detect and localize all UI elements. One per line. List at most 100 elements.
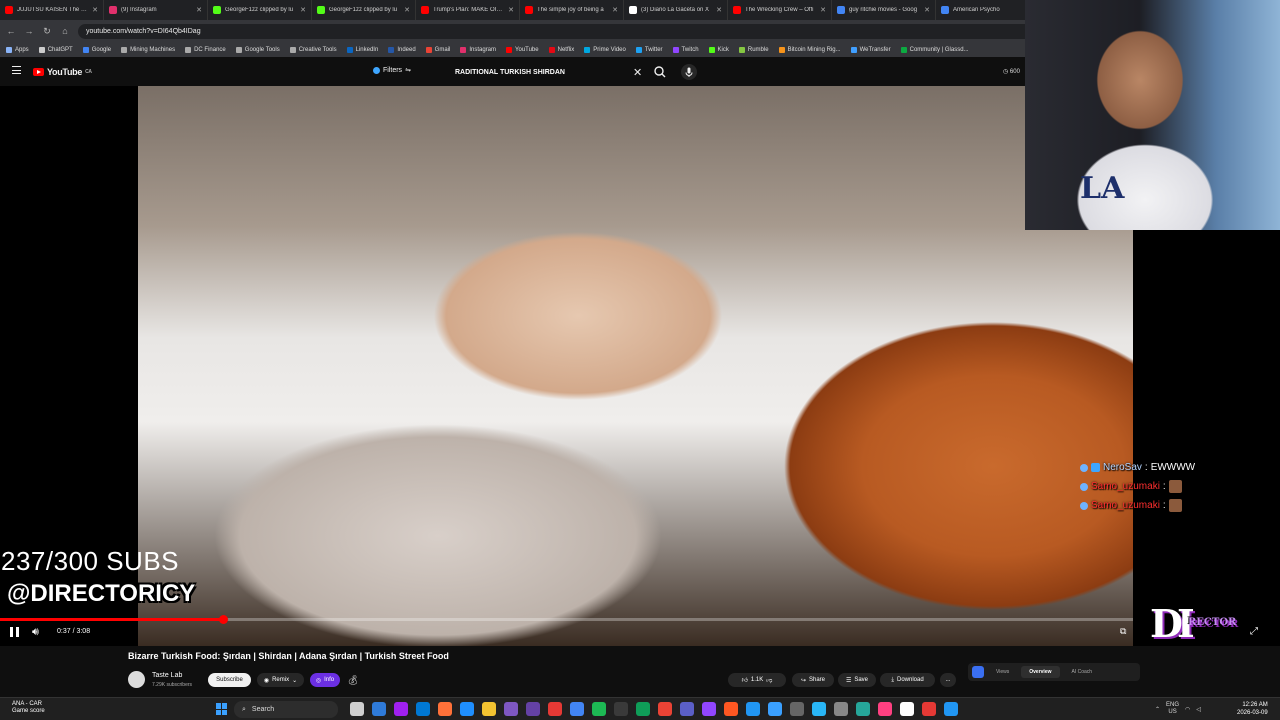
taskbar-app-icon[interactable] [570, 702, 584, 716]
thumbs-down-icon[interactable]: 👎︎ [766, 676, 772, 684]
video-frame[interactable] [138, 86, 1133, 646]
taskbar-clock[interactable]: 12:26 AM 2026-03-09 [1237, 701, 1268, 717]
bookmark-item[interactable]: Community | Glassd... [900, 46, 969, 53]
money-bag-icon[interactable]: 💰︎ [346, 673, 360, 687]
taskbar-search-box[interactable]: ⌕ Search [234, 701, 338, 718]
widgets-button[interactable]: ANA - CAR Game score [12, 701, 45, 715]
channel-name[interactable]: Taste Lab [152, 672, 182, 679]
bookmark-item[interactable]: LinkedIn [346, 46, 378, 53]
bookmark-item[interactable]: Kick [708, 46, 729, 53]
taskbar-app-icon[interactable] [416, 702, 430, 716]
tray-overflow-icon[interactable]: ⌃ [1155, 706, 1160, 713]
volume-icon[interactable]: 🔊︎ [32, 626, 39, 639]
subscribe-button[interactable]: Subscribe [208, 673, 251, 687]
bookmark-item[interactable]: YouTube [506, 46, 539, 53]
taskbar-app-icon[interactable] [372, 702, 386, 716]
language-indicator[interactable]: ENG US [1166, 702, 1179, 716]
hamburger-menu-icon[interactable] [12, 66, 21, 74]
filters-button[interactable]: Filters ⇋ [373, 66, 411, 74]
tab-ai-coach[interactable]: AI Coach [1064, 666, 1101, 678]
share-button[interactable]: ↪ Share [792, 673, 834, 687]
bookmark-item[interactable]: Bitcoin Mining Rig... [778, 46, 841, 53]
taskbar-app-icon[interactable] [658, 702, 672, 716]
tab-overview[interactable]: Overview [1021, 666, 1060, 678]
youtube-logo[interactable]: YouTube CA [33, 67, 92, 77]
remix-button[interactable]: ◉ Remix ⌄ [257, 673, 304, 687]
browser-tab[interactable]: The simple joy of being a ✕ [520, 0, 624, 20]
like-button[interactable]: 👍︎ 1.1K 👎︎ [728, 673, 786, 687]
info-button[interactable]: ◎ Info [310, 673, 340, 687]
home-icon[interactable]: ⌂ [60, 26, 70, 36]
close-tab-icon[interactable]: ✕ [924, 6, 930, 14]
taskbar-app-icon[interactable] [768, 702, 782, 716]
close-tab-icon[interactable]: ✕ [404, 6, 410, 14]
taskbar-app-icon[interactable] [944, 702, 958, 716]
wifi-icon[interactable]: ◠ [1185, 706, 1190, 713]
bookmark-item[interactable]: Twitch [672, 46, 699, 53]
taskbar-app-icon[interactable] [504, 702, 518, 716]
close-tab-icon[interactable]: ✕ [820, 6, 826, 14]
download-button[interactable]: ⤓ Download [880, 673, 935, 687]
bookmark-item[interactable]: Netflix [548, 46, 574, 53]
bookmark-item[interactable]: ChatGPT [38, 46, 73, 53]
search-icon[interactable] [652, 64, 668, 80]
browser-tab[interactable]: (9) Instagram ✕ [104, 0, 208, 20]
bookmark-item[interactable]: Gmail [425, 46, 450, 53]
microphone-icon[interactable] [681, 64, 697, 80]
taskbar-app-icon[interactable] [856, 702, 870, 716]
close-tab-icon[interactable]: ✕ [716, 6, 722, 14]
taskbar-app-icon[interactable] [482, 702, 496, 716]
bookmark-item[interactable]: Mining Machines [121, 46, 175, 53]
save-button[interactable]: ☰ Save [838, 673, 876, 687]
bookmark-item[interactable]: Creative Tools [289, 46, 337, 53]
browser-tab[interactable]: The Wrecking Crew – Offi ✕ [728, 0, 832, 20]
clear-search-icon[interactable]: ✕ [633, 66, 642, 79]
taskbar-app-icon[interactable] [592, 702, 606, 716]
taskbar-app-icon[interactable] [812, 702, 826, 716]
browser-tab[interactable]: GeorgeF1zz clipped by lu ✕ [208, 0, 312, 20]
bookmark-item[interactable]: Google Tools [235, 46, 280, 53]
back-icon[interactable]: ← [6, 26, 16, 36]
browser-tab[interactable]: (3) Diario La Gaceta on X ✕ [624, 0, 728, 20]
bookmark-item[interactable]: WeTransfer [850, 46, 891, 53]
browser-tab[interactable]: JUJUTSU KAISEN The Culli ✕ [0, 0, 104, 20]
taskbar-app-icon[interactable] [614, 702, 628, 716]
taskbar-app-icon[interactable] [834, 702, 848, 716]
taskbar-app-icon[interactable] [350, 702, 364, 716]
browser-tab[interactable]: GeorgeF1zz clipped by lu ✕ [312, 0, 416, 20]
close-tab-icon[interactable]: ✕ [508, 6, 514, 14]
taskbar-app-icon[interactable] [724, 702, 738, 716]
close-tab-icon[interactable]: ✕ [92, 6, 98, 14]
bookmark-item[interactable]: DC Finance [185, 46, 226, 53]
taskbar-app-icon[interactable] [922, 702, 936, 716]
more-actions-button[interactable]: ... [940, 673, 956, 687]
bookmark-item[interactable]: Apps [6, 46, 29, 53]
taskbar-app-icon[interactable] [900, 702, 914, 716]
taskbar-app-icon[interactable] [636, 702, 650, 716]
windows-start-icon[interactable] [216, 703, 228, 715]
taskbar-app-icon[interactable] [526, 702, 540, 716]
captions-icon[interactable]: ⧉ [1120, 626, 1126, 637]
reload-icon[interactable]: ↻ [42, 26, 52, 37]
bookmark-item[interactable]: Prime Video [584, 46, 626, 53]
taskbar-app-icon[interactable] [790, 702, 804, 716]
close-tab-icon[interactable]: ✕ [612, 6, 618, 14]
bookmark-item[interactable]: Indeed [388, 46, 416, 53]
taskbar-app-icon[interactable] [746, 702, 760, 716]
taskbar-app-icon[interactable] [438, 702, 452, 716]
search-input[interactable]: RADITIONAL TURKISH SHIRDAN [455, 64, 650, 80]
bookmark-item[interactable]: Instagram [460, 46, 496, 53]
bookmark-item[interactable]: Rumble [738, 46, 769, 53]
panel-app-icon[interactable] [972, 666, 984, 678]
taskbar-app-icon[interactable] [878, 702, 892, 716]
fullscreen-icon[interactable]: ⤢ [1250, 626, 1258, 637]
taskbar-app-icon[interactable] [548, 702, 562, 716]
taskbar-app-icon[interactable] [460, 702, 474, 716]
taskbar-app-icon[interactable] [702, 702, 716, 716]
browser-tab[interactable]: guy ritchie movies - Goog ✕ [832, 0, 936, 20]
channel-avatar[interactable] [128, 671, 145, 688]
tab-views[interactable]: Views [988, 666, 1017, 678]
pause-icon[interactable] [10, 627, 19, 637]
bookmark-item[interactable]: Google [82, 46, 111, 53]
taskbar-app-icon[interactable] [394, 702, 408, 716]
